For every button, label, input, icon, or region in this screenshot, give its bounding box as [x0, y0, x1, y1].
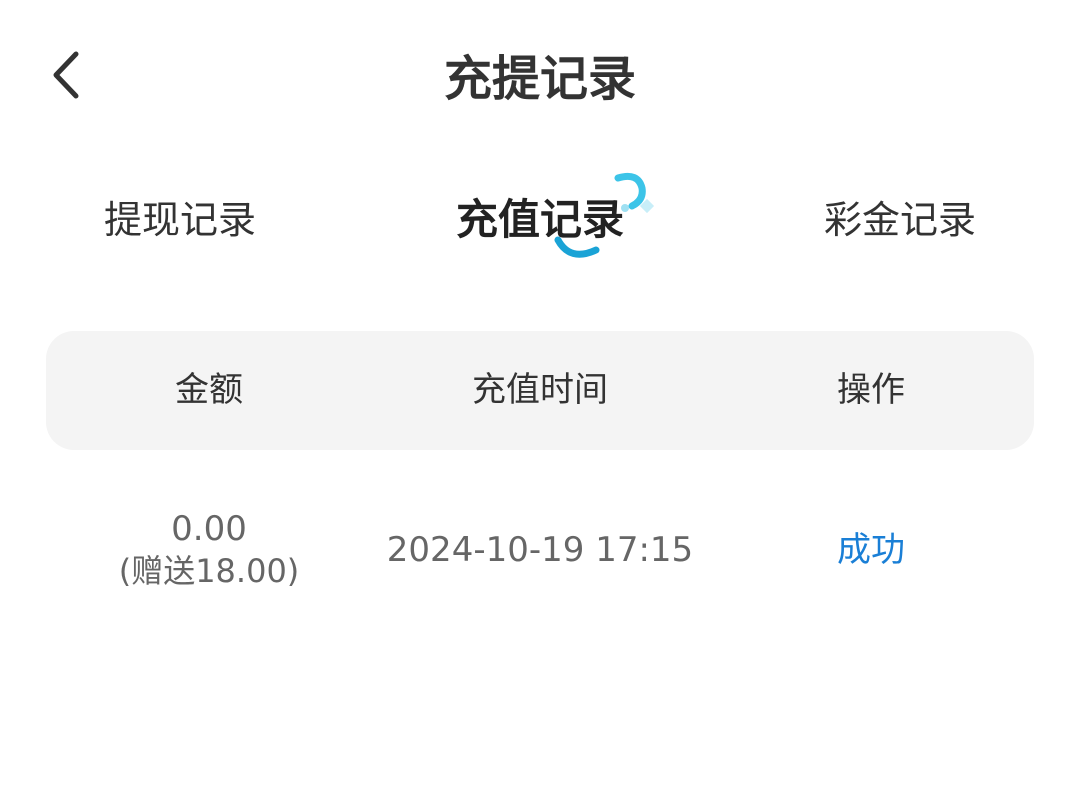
amount-cell: 0.00 (赠送18.00) [46, 490, 372, 610]
header: 充提记录 [0, 0, 1080, 150]
tab-recharge-records[interactable]: 充值记录 [360, 170, 720, 280]
tab-bonus-records[interactable]: 彩金记录 [720, 170, 1080, 280]
back-button[interactable] [38, 40, 98, 110]
column-header-recharge-time: 充值时间 [472, 370, 608, 410]
tab-bar: 提现记录 充值记录 彩金记录 [0, 170, 1080, 280]
recharge-records-page: 充提记录 提现记录 充值记录 彩金记录 金额 充值时间 操作 0.00 (赠送1… [0, 0, 1080, 812]
table-row: 0.00 (赠送18.00) 2024-10-19 17:15 成功 [46, 490, 1034, 610]
tab-withdraw-records[interactable]: 提现记录 [0, 170, 360, 280]
recharge-time: 2024-10-19 17:15 [386, 530, 694, 570]
action-cell: 成功 [708, 490, 1034, 610]
table-header: 金额 充值时间 操作 [46, 331, 1034, 450]
bonus-value: (赠送18.00) [118, 552, 300, 590]
status-success-link[interactable]: 成功 [708, 490, 1034, 610]
tab-label: 充值记录 [455, 195, 624, 244]
tab-label: 彩金记录 [823, 198, 976, 242]
amount-value: 0.00 [171, 509, 247, 549]
time-cell: 2024-10-19 17:15 [372, 490, 708, 610]
tab-label: 提现记录 [103, 198, 256, 242]
column-header-amount: 金额 [175, 370, 243, 410]
column-header-action: 操作 [837, 370, 905, 410]
page-title: 充提记录 [443, 51, 636, 107]
chevron-left-icon [53, 51, 79, 99]
